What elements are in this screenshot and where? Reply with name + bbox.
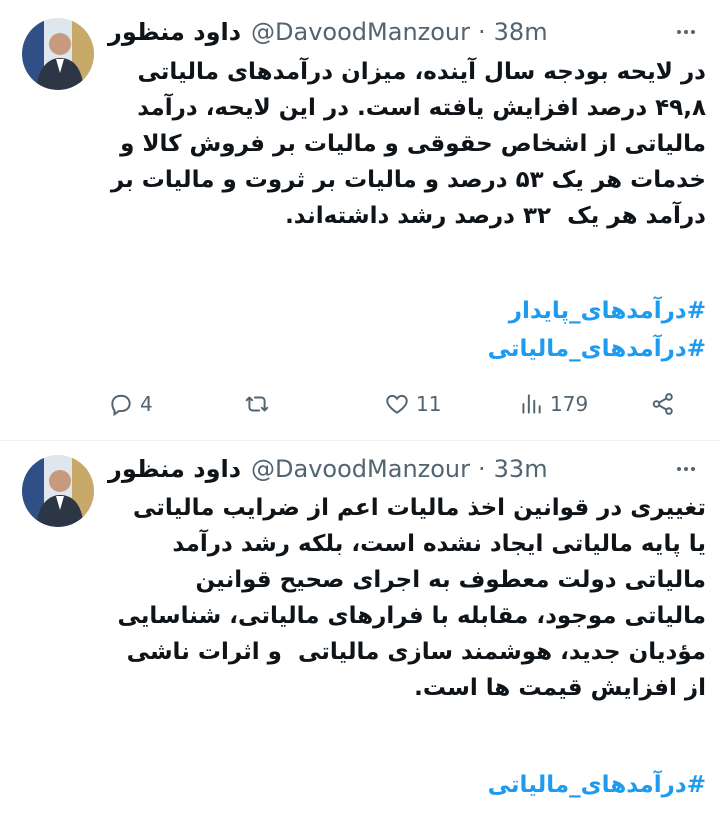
timestamp[interactable]: 38m	[494, 18, 548, 46]
heart-icon	[386, 394, 408, 414]
tweet-text: تغییری در قوانین اخذ مالیات اعم از ضرایب…	[109, 495, 707, 701]
separator-dot: ·	[478, 455, 486, 483]
hashtag-list: #درآمدهای_پایدار #درآمدهای_مالیاتی	[108, 292, 706, 368]
author-handle[interactable]: @DavoodManzour	[251, 18, 470, 46]
share-icon	[652, 393, 673, 415]
reply-icon	[111, 394, 131, 417]
tweet-text: در لایحه بودجه سال آینده، میزان درآمدهای…	[102, 59, 706, 229]
separator-dot: ·	[478, 18, 486, 46]
avatar[interactable]	[22, 455, 94, 527]
views-icon	[522, 394, 541, 414]
hashtag-link[interactable]: #درآمدهای_پایدار	[108, 292, 706, 330]
share-button[interactable]	[650, 386, 676, 422]
tweet-header: داود منظور @DavoodManzour · 38m	[108, 14, 670, 50]
reply-button[interactable]: 4	[108, 386, 153, 422]
views-button[interactable]: 179	[518, 386, 588, 422]
tweet[interactable]: داود منظور @DavoodManzour · 38m در لایحه…	[0, 0, 720, 432]
tweet-header: داود منظور @DavoodManzour · 33m	[108, 451, 670, 487]
reply-count: 4	[140, 392, 153, 416]
author-name[interactable]: داود منظور	[108, 18, 241, 46]
like-count: 11	[416, 392, 442, 416]
hashtag-link[interactable]: #درآمدهای_مالیاتی	[108, 766, 706, 804]
retweet-icon	[245, 396, 269, 412]
view-count: 179	[550, 392, 589, 416]
hashtag-link[interactable]: #درآمدهای_مالیاتی	[108, 330, 706, 368]
retweet-button[interactable]	[244, 386, 270, 422]
action-bar: 4 11 179	[108, 386, 684, 422]
hashtag-list: #درآمدهای_مالیاتی	[108, 766, 706, 804]
like-button[interactable]: 11	[384, 386, 441, 422]
author-handle[interactable]: @DavoodManzour	[251, 455, 470, 483]
tweet[interactable]: داود منظور @DavoodManzour · 33m تغییری د…	[0, 440, 720, 813]
more-icon[interactable]	[674, 457, 698, 481]
avatar[interactable]	[22, 18, 94, 90]
more-icon[interactable]	[674, 20, 698, 44]
timestamp[interactable]: 33m	[494, 455, 548, 483]
author-name[interactable]: داود منظور	[108, 455, 241, 483]
